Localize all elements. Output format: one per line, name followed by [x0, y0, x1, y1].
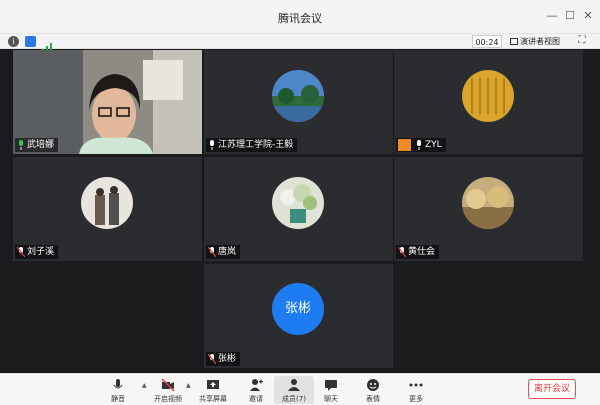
close-icon[interactable]: ✕ [580, 8, 596, 24]
avatar [462, 70, 514, 122]
participant-name: 江苏理工学院-王毅 [218, 140, 294, 150]
meeting-window: 腾讯会议 — ☐ ✕ i 00:24 演讲者视图 ⛶ 武培娜 江苏理工学院-王毅… [0, 0, 600, 405]
avatar [462, 177, 514, 229]
mic-icon [113, 379, 123, 389]
mic-muted-icon [398, 247, 406, 257]
members-label: 成员(7) [282, 395, 306, 403]
emoji-button[interactable]: 表情 [353, 376, 393, 404]
participant-nameplate: ZYL [396, 138, 446, 152]
participant-nameplate: 武培娜 [15, 138, 59, 152]
participant-tile[interactable]: 刘子溪 [13, 157, 202, 261]
chat-label: 聊天 [324, 395, 338, 403]
camera-off-icon [161, 378, 175, 392]
mic-icon [417, 140, 421, 150]
participant-name: 张彬 [218, 354, 237, 364]
video-options-arrow[interactable]: ▲ [186, 382, 192, 389]
participant-nameplate: 刘子溪 [15, 245, 59, 259]
leave-meeting-button[interactable]: 离开会议 [528, 379, 576, 399]
members-icon [288, 379, 300, 391]
emoji-icon [367, 379, 379, 391]
emoji-label: 表情 [366, 395, 380, 403]
more-label: 更多 [409, 395, 423, 403]
participant-tile[interactable]: 黄仕会 [394, 157, 583, 261]
speaker-view-button[interactable]: 演讲者视图 [510, 35, 560, 48]
avatar [272, 70, 324, 122]
invite-button[interactable]: 邀请 [236, 376, 276, 404]
mic-muted-icon [208, 247, 216, 257]
mute-label: 静音 [111, 395, 125, 403]
add-user-icon [250, 379, 263, 391]
participant-name: 唐岚 [218, 247, 237, 257]
mic-muted-icon [17, 247, 25, 257]
meeting-timer: 00:24 [472, 35, 502, 48]
chat-icon [325, 380, 337, 391]
avatar: 张彬 [272, 283, 324, 335]
avatar [81, 177, 133, 229]
participant-nameplate: 江苏理工学院-王毅 [206, 138, 298, 152]
participant-name: ZYL [425, 140, 442, 150]
participant-tile[interactable]: ZYL [394, 50, 583, 154]
signal-icon[interactable] [42, 37, 52, 52]
invite-label: 邀请 [249, 395, 263, 403]
user-icon [398, 139, 411, 151]
app-title: 腾讯会议 [278, 12, 322, 25]
participant-tile[interactable]: 唐岚 [204, 157, 393, 261]
participant-nameplate: 黄仕会 [396, 245, 440, 259]
participant-name: 武培娜 [27, 140, 55, 150]
share-screen-button[interactable]: 共享屏幕 [193, 376, 233, 404]
more-button[interactable]: 更多 [396, 376, 436, 404]
participant-tile[interactable]: 张彬 张彬 [204, 264, 393, 368]
mic-muted-icon [208, 354, 216, 364]
video-button[interactable]: 开启视频 [148, 376, 188, 404]
members-button[interactable]: 成员(7) [274, 376, 314, 404]
fullscreen-icon[interactable]: ⛶ [576, 35, 588, 47]
participant-tile[interactable]: 武培娜 [13, 50, 202, 154]
participant-nameplate: 张彬 [206, 352, 241, 366]
participant-name: 黄仕会 [408, 247, 436, 257]
mic-icon [210, 140, 214, 150]
share-label: 共享屏幕 [199, 395, 227, 403]
speaker-view-label: 演讲者视图 [520, 37, 560, 46]
video-label: 开启视频 [154, 395, 182, 403]
maximize-icon[interactable]: ☐ [562, 8, 578, 24]
title-bar: 腾讯会议 — ☐ ✕ [0, 0, 600, 34]
shield-icon[interactable] [25, 36, 36, 47]
minimize-icon[interactable]: — [544, 8, 560, 24]
avatar [272, 177, 324, 229]
info-bar: i 00:24 演讲者视图 ⛶ [0, 34, 600, 52]
chat-button[interactable]: 聊天 [311, 376, 351, 404]
share-screen-icon [207, 380, 219, 389]
bottom-toolbar: 静音 ▲ 开启视频 ▲ 共享屏幕 邀请 成员(7) 聊天 表情 更多 离开会议 [0, 373, 600, 405]
participant-nameplate: 唐岚 [206, 245, 241, 259]
participant-tile[interactable]: 江苏理工学院-王毅 [204, 50, 393, 154]
info-icon[interactable]: i [8, 36, 19, 47]
mic-icon [19, 140, 23, 150]
mute-button[interactable]: 静音 [98, 376, 138, 404]
more-icon [409, 383, 423, 387]
grid-icon [510, 38, 518, 45]
participant-name: 刘子溪 [27, 247, 55, 257]
